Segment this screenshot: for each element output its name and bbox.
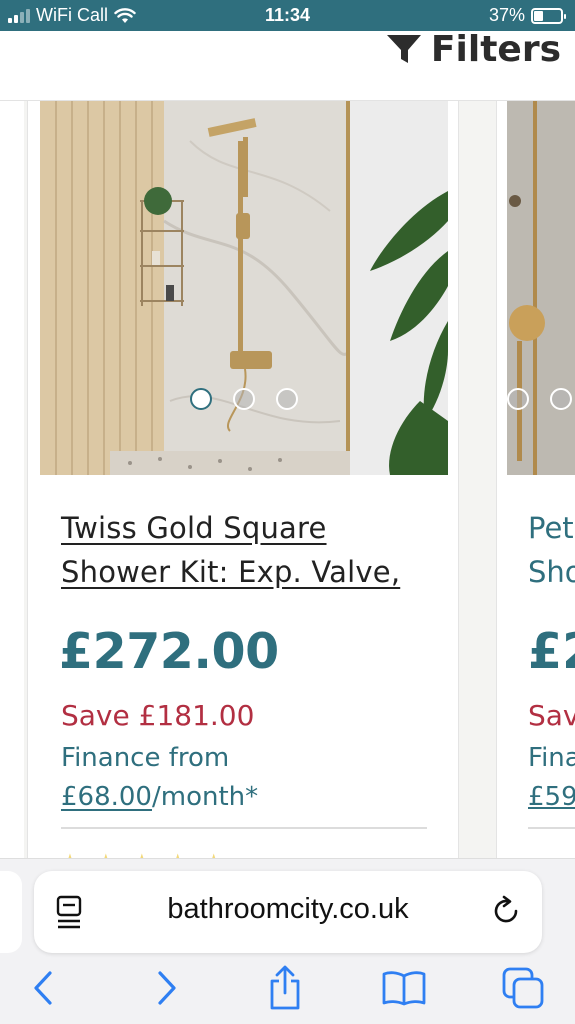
finance-amount-link[interactable]: £68.00 xyxy=(61,782,152,812)
status-right: 37% xyxy=(488,5,566,26)
tabs-icon xyxy=(502,967,544,1009)
next-finance-prefix: Fina xyxy=(528,743,575,773)
next-finance-amount-link[interactable]: £59 xyxy=(528,778,575,817)
next-product-price: £2 xyxy=(528,623,575,680)
previous-product-card[interactable] xyxy=(0,101,24,861)
next-finance-info: Fina £59 xyxy=(528,739,575,817)
status-bar: WiFi Call 11:34 37% xyxy=(0,0,575,31)
back-button[interactable] xyxy=(18,963,68,1013)
forward-button[interactable] xyxy=(142,963,192,1013)
battery-percent: 37% xyxy=(488,5,525,25)
share-icon xyxy=(270,965,300,1010)
url-text[interactable]: bathroomcity.co.uk xyxy=(34,893,542,926)
product-title-link[interactable]: Twiss Gold Square Shower Kit: Exp. Valve… xyxy=(61,506,441,594)
image-dot-1[interactable] xyxy=(190,388,212,410)
product-carousel[interactable]: Twiss Gold Square Shower Kit: Exp. Valve… xyxy=(0,101,575,861)
battery-icon xyxy=(531,7,566,24)
address-bar[interactable]: bathroomcity.co.uk xyxy=(34,871,542,953)
finance-prefix: Finance from xyxy=(61,743,230,773)
next-card-divider xyxy=(528,827,575,829)
previous-tab-preview[interactable] xyxy=(0,871,22,953)
image-pagination xyxy=(40,388,448,410)
finance-info: Finance from £68.00/month* xyxy=(61,739,258,817)
tabs-button[interactable] xyxy=(498,963,548,1013)
product-image[interactable] xyxy=(40,101,448,475)
filter-header: Filters xyxy=(0,29,575,101)
product-title-line-1: Twiss Gold Square xyxy=(61,511,327,545)
shower-photo xyxy=(40,101,448,475)
bookmarks-button[interactable] xyxy=(379,963,429,1013)
next-title-line-1: Pet xyxy=(528,511,574,545)
product-price: £272.00 xyxy=(59,623,279,680)
next-product-title[interactable]: Pet Sho xyxy=(528,506,575,594)
chevron-left-icon xyxy=(34,971,52,1005)
book-icon xyxy=(382,971,426,1006)
next-product-image[interactable] xyxy=(507,101,575,475)
chevron-right-icon xyxy=(158,971,176,1005)
saving-text: Save £181.00 xyxy=(61,699,255,732)
next-image-dot-1[interactable] xyxy=(507,388,529,410)
finance-suffix: /month* xyxy=(151,782,259,812)
next-image-pagination xyxy=(507,388,572,410)
share-button[interactable] xyxy=(260,963,310,1013)
filters-label: Filters xyxy=(430,29,561,70)
browser-bottom-bar: bathroomcity.co.uk xyxy=(0,858,575,1024)
next-title-line-2: Sho xyxy=(528,555,575,589)
image-dot-2[interactable] xyxy=(233,388,255,410)
browser-toolbar xyxy=(0,963,575,1023)
product-card[interactable]: Twiss Gold Square Shower Kit: Exp. Valve… xyxy=(27,101,459,861)
reload-icon[interactable] xyxy=(488,893,524,929)
image-dot-3[interactable] xyxy=(276,388,298,410)
next-product-card[interactable]: Pet Sho £2 Sav Fina £59 xyxy=(496,101,575,861)
next-image-dot-2[interactable] xyxy=(550,388,572,410)
next-saving-text: Sav xyxy=(528,699,575,732)
funnel-icon xyxy=(386,34,421,63)
next-shower-photo xyxy=(507,101,575,475)
filters-button[interactable]: Filters xyxy=(386,29,561,70)
product-title-line-2: Shower Kit: Exp. Valve, xyxy=(61,555,401,589)
card-divider xyxy=(61,827,427,829)
